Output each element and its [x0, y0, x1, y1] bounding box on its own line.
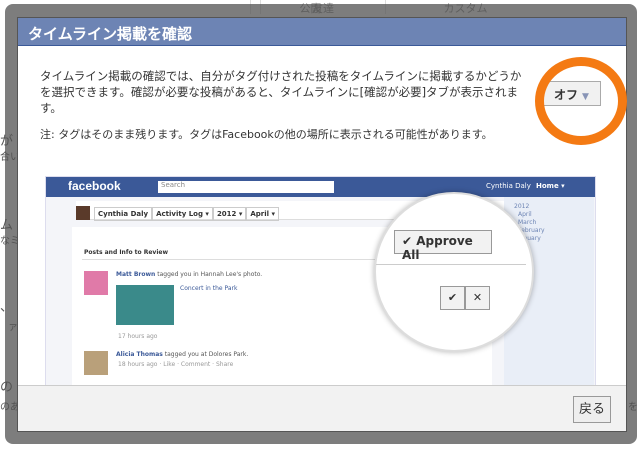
avatar: [84, 271, 108, 295]
magnifier: ✔ Approve All ✔ ✕: [374, 192, 534, 352]
crumb: 2012 ▾: [212, 207, 247, 221]
timestamp: 18 hours ago · Like · Comment · Share: [118, 361, 234, 368]
crumb: April ▾: [246, 207, 280, 221]
crumb: Activity Log ▾: [152, 207, 213, 221]
fb-home: Home ▾: [536, 182, 565, 190]
dialog-title: タイムライン掲載を確認: [18, 18, 626, 46]
avatar: [76, 206, 90, 220]
avatar: [84, 351, 108, 375]
dialog-note: 注: タグはそのまま残ります。タグはFacebookの他の場所に表示される可能性…: [40, 128, 493, 141]
list-item: Alicia Thomas tagged you at Dolores Park…: [116, 351, 249, 358]
crumb: Cynthia Daly: [94, 207, 153, 221]
check-icon: ✔: [440, 286, 465, 310]
photo: [116, 285, 174, 325]
close-icon: ✕: [465, 286, 490, 310]
preview-screenshot: facebook Search Cynthia Daly Home ▾ Cynt…: [45, 176, 596, 386]
dialog-footer: 戻る: [18, 385, 626, 431]
highlight-circle: [535, 57, 627, 145]
fb-user: Cynthia Daly: [486, 182, 531, 190]
timestamp: 17 hours ago: [118, 333, 158, 340]
approve-all-button: ✔ Approve All: [394, 230, 492, 262]
timeline-review-dialog: タイムライン掲載を確認 タイムライン掲載の確認では、自分がタグ付けされた投稿をタ…: [17, 17, 627, 432]
divider: [376, 264, 526, 265]
list-item: Matt Brown tagged you in Hannah Lee's ph…: [116, 271, 263, 278]
fb-topbar: facebook Search Cynthia Daly Home ▾: [46, 177, 595, 197]
facebook-logo: facebook: [68, 179, 121, 193]
dialog-description: タイムライン掲載の確認では、自分がタグ付けされた投稿をタイムラインに掲載するかど…: [40, 69, 522, 115]
section-title: Posts and Info to Review: [84, 249, 168, 256]
back-button[interactable]: 戻る: [573, 396, 611, 423]
photo-caption: Concert in the Park: [180, 285, 238, 292]
fb-search: Search: [158, 181, 334, 193]
